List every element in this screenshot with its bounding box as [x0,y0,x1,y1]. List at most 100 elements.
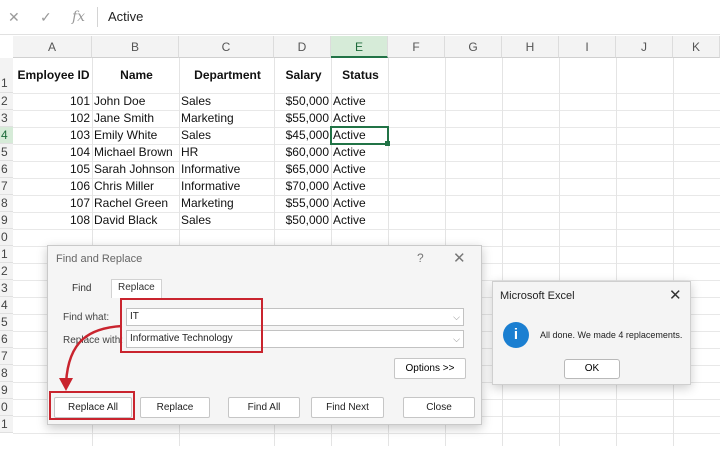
table-header-cell[interactable]: Salary [274,68,331,82]
row-header[interactable]: 2 [0,93,13,110]
message-box-title: Microsoft Excel [500,290,575,302]
options-button[interactable]: Options >> [394,358,466,379]
column-header-g[interactable]: G [445,36,502,58]
table-header-cell[interactable]: Employee ID [13,68,92,82]
help-icon[interactable]: ? [417,251,424,265]
row-header[interactable]: 6 [0,331,13,348]
message-box: Microsoft Excel ✕ i All done. We made 4 … [492,281,691,385]
chevron-down-icon[interactable]: ⌵ [453,309,460,325]
row-header[interactable]: 2 [0,263,13,280]
table-cell[interactable]: David Black [92,213,179,227]
table-cell[interactable]: Marketing [179,111,274,125]
row-header[interactable]: 0 [0,229,13,246]
table-cell[interactable]: John Doe [92,94,179,108]
find-all-button[interactable]: Find All [228,397,300,418]
find-next-button[interactable]: Find Next [311,397,384,418]
table-cell[interactable]: Active [331,145,388,159]
table-cell[interactable]: 103 [13,128,92,142]
row-header[interactable]: 3 [0,280,13,297]
table-cell[interactable]: Active [331,196,388,210]
table-cell[interactable]: $55,000 [274,196,331,210]
table-cell[interactable]: Informative [179,162,274,176]
table-cell[interactable]: $60,000 [274,145,331,159]
table-cell[interactable]: $50,000 [274,213,331,227]
row-gridline [13,229,720,230]
row-header[interactable]: 0 [0,399,13,416]
column-header-k[interactable]: K [673,36,720,58]
table-cell[interactable]: Rachel Green [92,196,179,210]
table-cell[interactable]: Active [331,94,388,108]
table-cell[interactable]: Emily White [92,128,179,142]
table-cell[interactable]: Jane Smith [92,111,179,125]
table-header-cell[interactable]: Name [92,68,179,82]
table-cell[interactable]: 105 [13,162,92,176]
row-header[interactable]: 1 [0,246,13,263]
table-cell[interactable]: $70,000 [274,179,331,193]
replace-button[interactable]: Replace [140,397,210,418]
table-cell[interactable]: Informative [179,179,274,193]
column-header-f[interactable]: F [388,36,445,58]
table-cell[interactable]: Active [331,213,388,227]
column-header-d[interactable]: D [274,36,331,58]
table-cell[interactable]: Sarah Johnson [92,162,179,176]
table-cell[interactable]: $55,000 [274,111,331,125]
ok-button[interactable]: OK [564,359,620,379]
row-header[interactable]: 4 [0,127,13,144]
enter-check-icon[interactable]: ✓ [40,9,52,26]
row-gridline [13,433,720,434]
table-cell[interactable]: Active [331,111,388,125]
table-cell[interactable]: Marketing [179,196,274,210]
formula-bar-value[interactable]: Active [108,9,143,24]
row-header[interactable]: 4 [0,297,13,314]
column-header-h[interactable]: H [502,36,559,58]
close-icon[interactable]: ✕ [669,286,682,304]
table-cell[interactable]: Active [331,179,388,193]
row-header[interactable]: 6 [0,161,13,178]
table-cell[interactable]: 108 [13,213,92,227]
row-header[interactable]: 7 [0,348,13,365]
tab-replace[interactable]: Replace [111,279,162,298]
table-cell[interactable]: $50,000 [274,94,331,108]
column-header-j[interactable]: J [616,36,673,58]
row-header[interactable]: 9 [0,382,13,399]
fill-handle[interactable] [385,141,390,146]
column-header-a[interactable]: A [13,36,92,58]
table-cell[interactable]: HR [179,145,274,159]
cancel-x-icon[interactable]: ✕ [8,9,20,26]
table-cell[interactable]: 101 [13,94,92,108]
table-cell[interactable]: Active [331,162,388,176]
tab-find[interactable]: Find [66,281,97,296]
table-cell[interactable]: Sales [179,94,274,108]
table-header-cell[interactable]: Department [179,68,274,82]
table-cell[interactable]: Michael Brown [92,145,179,159]
close-icon[interactable]: ✕ [453,249,466,267]
table-cell[interactable]: Sales [179,213,274,227]
row-header[interactable]: 8 [0,195,13,212]
row-header[interactable]: 7 [0,178,13,195]
row-header[interactable]: 3 [0,110,13,127]
row-header[interactable]: 8 [0,365,13,382]
column-header-e[interactable]: E [331,36,388,58]
row-header[interactable]: 9 [0,212,13,229]
table-cell[interactable]: $65,000 [274,162,331,176]
table-cell[interactable]: 102 [13,111,92,125]
table-cell[interactable]: 106 [13,179,92,193]
table-cell[interactable]: 104 [13,145,92,159]
function-fx-icon[interactable]: fx [72,9,85,25]
table-cell[interactable]: Sales [179,128,274,142]
column-header-b[interactable]: B [92,36,179,58]
table-cell[interactable]: $45,000 [274,128,331,142]
table-cell[interactable]: 107 [13,196,92,210]
row-header[interactable]: 5 [0,314,13,331]
column-header-c[interactable]: C [179,36,274,58]
close-button[interactable]: Close [403,397,475,418]
table-cell[interactable]: Chris Miller [92,179,179,193]
chevron-down-icon[interactable]: ⌵ [453,331,460,347]
formula-bar-divider [97,7,98,27]
info-icon: i [503,322,529,348]
table-header-cell[interactable]: Status [331,68,388,82]
row-header[interactable]: 1 [0,58,13,93]
column-header-i[interactable]: I [559,36,616,58]
row-header[interactable]: 5 [0,144,13,161]
row-header[interactable]: 1 [0,416,13,433]
